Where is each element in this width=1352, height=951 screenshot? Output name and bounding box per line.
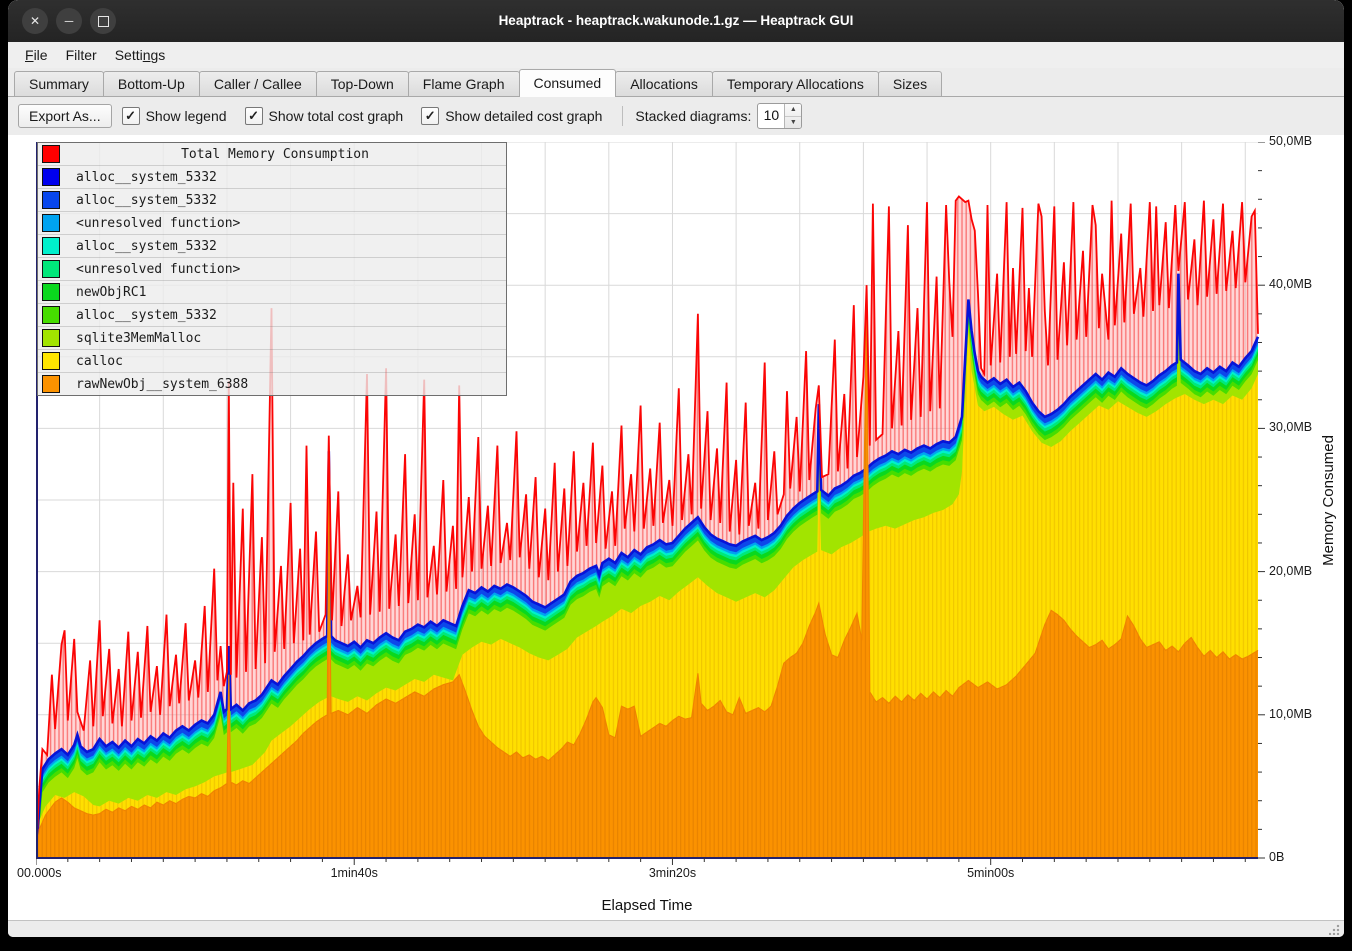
checkbox-show-total-cost-graph[interactable]: ✓ Show total cost graph (245, 107, 404, 125)
window-title: Heaptrack - heaptrack.wakunode.1.gz — He… (8, 0, 1344, 42)
legend-label: rawNewObj__system_6388 (76, 377, 248, 392)
checkmark-icon: ✓ (421, 107, 439, 125)
legend-item-alloc-system-5332: alloc__system_5332 (38, 165, 506, 188)
legend-swatch (42, 260, 60, 278)
export-as-button[interactable]: Export As... (18, 104, 112, 128)
legend-item-newobjrc1: newObjRC1 (38, 280, 506, 303)
tab-bottom-up[interactable]: Bottom-Up (103, 71, 200, 96)
legend-swatch (42, 375, 60, 393)
tab-allocations[interactable]: Allocations (615, 71, 713, 96)
legend-label: calloc (76, 354, 123, 369)
tab-sizes[interactable]: Sizes (878, 71, 942, 96)
legend-label: sqlite3MemMalloc (76, 331, 201, 346)
statusbar (8, 920, 1344, 937)
checkbox-show-legend[interactable]: ✓ Show legend (122, 107, 227, 125)
tab-temporary-allocations[interactable]: Temporary Allocations (712, 71, 879, 96)
legend-swatch (42, 352, 60, 370)
x-tick-label: 00.000s (17, 866, 97, 880)
legend-item-unresolved-function: <unresolved function> (38, 211, 506, 234)
legend-item-unresolved-function: <unresolved function> (38, 257, 506, 280)
spin-up-button[interactable]: ▲ (785, 104, 801, 117)
x-tick-label: 3min20s (632, 866, 712, 880)
legend-item-total-memory-consumption: Total Memory Consumption (38, 143, 506, 165)
y-tick-label: 10,0MB (1269, 707, 1312, 721)
heaptrack-window: ✕ ─ Heaptrack - heaptrack.wakunode.1.gz … (8, 0, 1344, 937)
chart-area: Total Memory Consumption alloc__system_53… (8, 135, 1344, 920)
legend-label: alloc__system_5332 (76, 170, 217, 185)
legend-label: alloc__system_5332 (76, 193, 217, 208)
legend-swatch (42, 237, 60, 255)
checkbox-label: Show total cost graph (269, 108, 404, 124)
legend-swatch (42, 329, 60, 347)
tab-caller-callee[interactable]: Caller / Callee (199, 71, 317, 96)
legend-label: <unresolved function> (76, 262, 240, 277)
tab-top-down[interactable]: Top-Down (316, 71, 409, 96)
titlebar: ✕ ─ Heaptrack - heaptrack.wakunode.1.gz … (8, 0, 1344, 42)
menu-file[interactable]: File (16, 45, 57, 65)
checkmark-icon: ✓ (122, 107, 140, 125)
spin-down-button[interactable]: ▼ (785, 117, 801, 129)
y-axis-title: Memory Consumed (1315, 142, 1341, 858)
tab-summary[interactable]: Summary (14, 71, 104, 96)
checkbox-label: Show detailed cost graph (445, 108, 602, 124)
checkmark-icon: ✓ (245, 107, 263, 125)
x-axis-title: Elapsed Time (36, 897, 1258, 914)
legend-label: <unresolved function> (76, 216, 240, 231)
legend-label: Total Memory Consumption (60, 147, 490, 162)
x-tick-label: 5min00s (951, 866, 1031, 880)
y-tick-label: 50,0MB (1269, 134, 1312, 148)
legend-swatch (42, 191, 60, 209)
menu-filter[interactable]: Filter (57, 45, 106, 65)
legend-swatch (42, 306, 60, 324)
legend-item-rawnewobj-system-6388: rawNewObj__system_6388 (38, 372, 506, 395)
stacked-diagrams-spinbox[interactable]: 10 ▲ ▼ (757, 103, 802, 129)
tab-flame-graph[interactable]: Flame Graph (408, 71, 520, 96)
y-tick-label: 0B (1269, 850, 1284, 864)
legend-item-sqlite3memmalloc: sqlite3MemMalloc (38, 326, 506, 349)
y-tick-label: 20,0MB (1269, 564, 1312, 578)
menubar: FileFilterSettings (8, 42, 1344, 68)
stacked-diagrams-label: Stacked diagrams: (635, 108, 751, 124)
toolbar: Export As... ✓ Show legend ✓ Show total cos… (8, 97, 1344, 135)
legend-item-alloc-system-5332: alloc__system_5332 (38, 303, 506, 326)
stacked-diagrams-value[interactable]: 10 (758, 104, 784, 128)
legend-item-alloc-system-5332: alloc__system_5332 (38, 188, 506, 211)
x-tick-label: 1min40s (314, 866, 394, 880)
menu-settings[interactable]: Settings (106, 45, 175, 65)
chart-legend: Total Memory Consumption alloc__system_53… (37, 142, 507, 396)
legend-swatch (42, 168, 60, 186)
legend-swatch (42, 145, 60, 163)
legend-label: alloc__system_5332 (76, 239, 217, 254)
y-tick-label: 30,0MB (1269, 420, 1312, 434)
legend-label: newObjRC1 (76, 285, 146, 300)
legend-label: alloc__system_5332 (76, 308, 217, 323)
checkbox-show-detailed-cost-graph[interactable]: ✓ Show detailed cost graph (421, 107, 602, 125)
toolbar-separator (622, 106, 623, 126)
y-tick-label: 40,0MB (1269, 277, 1312, 291)
resize-grip[interactable] (1329, 924, 1340, 935)
tabbar: SummaryBottom-UpCaller / CalleeTop-DownF… (8, 68, 1344, 97)
legend-swatch (42, 214, 60, 232)
legend-item-calloc: calloc (38, 349, 506, 372)
legend-swatch (42, 283, 60, 301)
legend-item-alloc-system-5332: alloc__system_5332 (38, 234, 506, 257)
tab-consumed[interactable]: Consumed (519, 69, 617, 97)
checkbox-label: Show legend (146, 108, 227, 124)
